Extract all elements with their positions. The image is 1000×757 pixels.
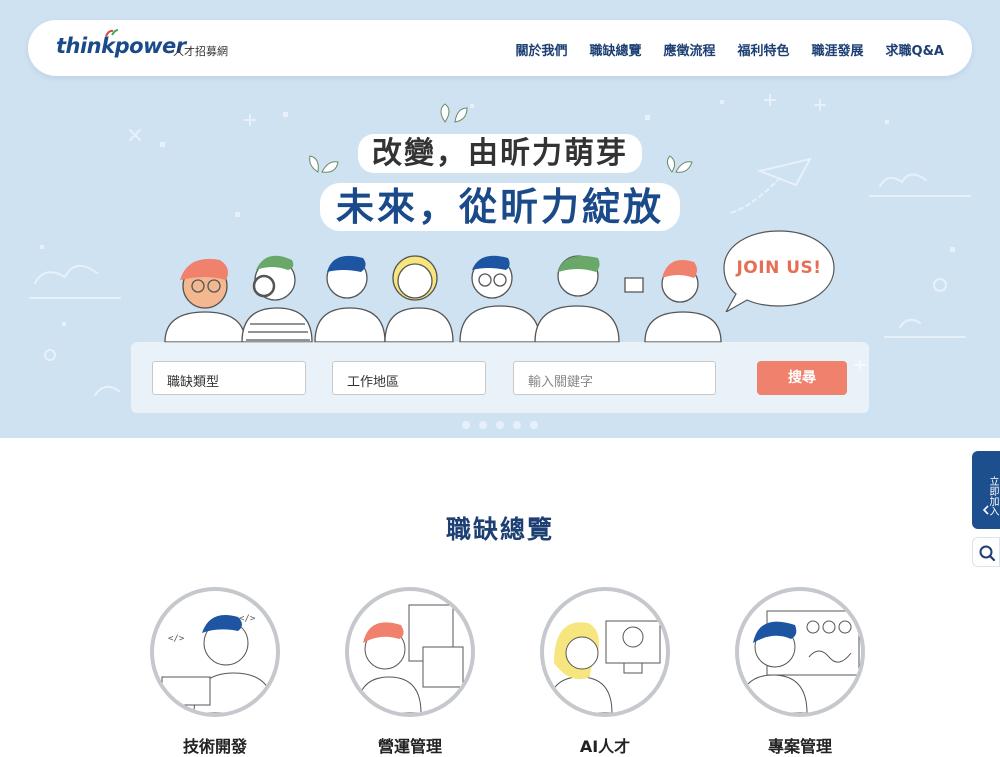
category-project[interactable] [735,587,865,717]
svg-text:</>: </> [239,614,256,624]
carousel-dots [462,421,538,429]
carousel-dot[interactable] [479,421,487,429]
carousel-dot[interactable] [530,421,538,429]
category-ai[interactable] [540,587,670,717]
category-illustration: </> </> [150,587,280,717]
carousel-dot[interactable] [462,421,470,429]
category-label: AI人才 [579,737,631,756]
category-operations[interactable] [345,587,475,717]
category-label: 營運管理 [377,737,442,756]
operations-icon [356,604,464,713]
section-title: 職缺總覽 [445,515,554,544]
category-label: 專案管理 [767,737,832,756]
category-illustration [345,587,475,717]
job-search-panel: 職缺類型 工作地區 輸入關鍵字 搜尋 [131,342,869,413]
category-illustration [540,587,670,717]
carousel-dot[interactable] [513,421,521,429]
hero-banner: thinkpower 人才招募網 關於我們 職缺總覽 應徵流程 福利特色 職涯發… [0,0,1000,438]
svg-text:</>: </> [168,634,185,644]
developer-icon: </> </> [161,614,275,713]
job-type-select[interactable]: 職缺類型 [152,361,306,395]
keyword-input[interactable]: 輸入關鍵字 [513,361,716,395]
project-manager-icon [739,610,860,713]
carousel-dot[interactable] [496,421,504,429]
category-tech[interactable]: </> </> [150,587,280,717]
join-us-label: JOIN US! [736,258,822,278]
team-illustration [164,255,722,343]
sprout-icon [309,103,693,173]
category-illustration [735,587,865,717]
search-button[interactable]: 搜尋 [757,361,847,395]
ai-icon [547,620,661,713]
location-select[interactable]: 工作地區 [332,361,486,395]
category-label: 技術開發 [182,737,247,756]
